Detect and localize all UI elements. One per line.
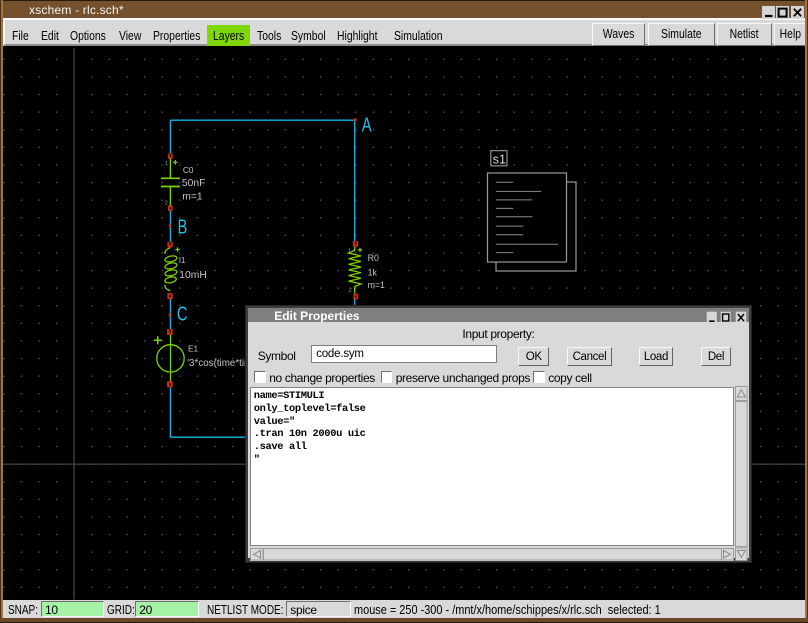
svg-text:A: A xyxy=(362,115,372,137)
svg-text:m=1: m=1 xyxy=(368,280,385,290)
svg-text:2: 2 xyxy=(165,201,168,207)
svg-text:1: 1 xyxy=(348,248,351,254)
svg-text:E1: E1 xyxy=(188,344,199,354)
svg-text:1: 1 xyxy=(165,161,168,167)
svg-text:C: C xyxy=(177,303,188,325)
svg-text:C0: C0 xyxy=(183,165,194,175)
svg-text:10mH: 10mH xyxy=(179,270,206,281)
svg-text:50nF: 50nF xyxy=(182,178,205,189)
svg-text:m=1: m=1 xyxy=(182,192,203,203)
svg-text:l1: l1 xyxy=(179,255,186,265)
svg-text:B: B xyxy=(178,216,188,238)
svg-text:1k: 1k xyxy=(368,268,378,278)
svg-text:'3*cos(time*tim: '3*cos(time*tim xyxy=(187,358,252,369)
svg-text:2: 2 xyxy=(349,288,352,294)
svg-text:R0: R0 xyxy=(368,253,379,263)
svg-text:s1: s1 xyxy=(493,152,506,166)
